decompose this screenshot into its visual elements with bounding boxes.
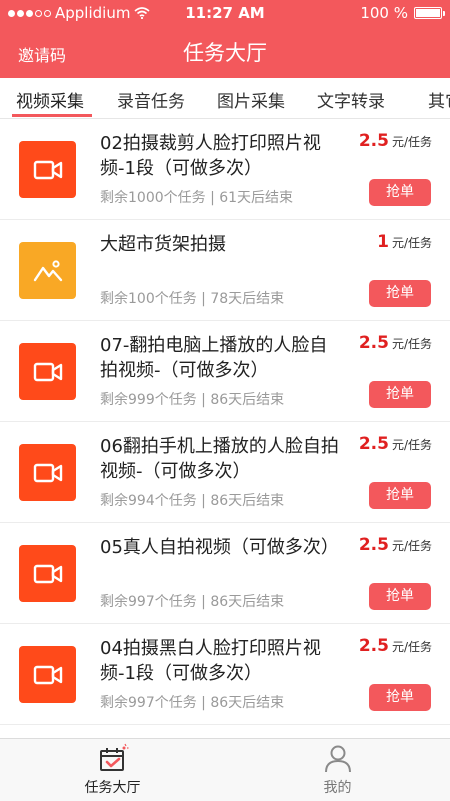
- video-camera-icon: [19, 141, 76, 198]
- price-unit: 元/任务: [391, 236, 432, 250]
- grab-order-button[interactable]: 抢单: [369, 280, 431, 307]
- tab-image-collection[interactable]: 图片采集: [217, 87, 285, 112]
- price-value: 2.5: [358, 434, 389, 454]
- task-item[interactable]: 07-翻拍电脑上播放的人脸自拍视频-（可做多次） 2.5 元/任务 剩余999个任…: [0, 321, 450, 422]
- task-price: 1 元/任务: [377, 232, 432, 252]
- nav-bar: 邀请码 任务大厅: [0, 26, 450, 78]
- user-profile-icon: [325, 745, 351, 773]
- task-price: 2.5 元/任务: [359, 636, 432, 656]
- price-value: 2.5: [358, 636, 389, 656]
- bottom-tab-label: 我的: [323, 780, 352, 796]
- price-unit: 元/任务: [391, 135, 432, 149]
- bottom-tab-label: 任务大厅: [84, 780, 141, 796]
- battery-group: 100 %: [360, 4, 445, 22]
- video-camera-icon: [19, 646, 76, 703]
- bottom-tab-bar: 任务大厅 我的: [0, 738, 450, 801]
- tab-video-collection[interactable]: 视频采集: [16, 87, 84, 112]
- tab-other[interactable]: 其它: [428, 87, 450, 112]
- battery-icon: [414, 7, 445, 19]
- mountain-photo-icon: [19, 242, 76, 299]
- price-unit: 元/任务: [391, 640, 432, 654]
- task-title: 大超市货架拍摄: [100, 234, 226, 255]
- task-title: 06翻拍手机上播放的人脸自拍视频-（可做多次）: [100, 436, 339, 482]
- task-title: 02拍摄裁剪人脸打印照片视频-1段（可做多次）: [100, 133, 321, 179]
- task-remaining: 剩余997个任务 | 86天后结束: [100, 695, 285, 711]
- task-price: 2.5 元/任务: [359, 131, 432, 151]
- task-remaining: 剩余999个任务 | 86天后结束: [100, 392, 285, 408]
- task-list: 02拍摄裁剪人脸打印照片视频-1段（可做多次） 2.5 元/任务 剩余1000个任…: [0, 119, 450, 725]
- price-value: 2.5: [358, 333, 389, 353]
- active-tab-indicator: [12, 114, 92, 117]
- price-unit: 元/任务: [391, 539, 432, 553]
- price-unit: 元/任务: [391, 337, 432, 351]
- task-item[interactable]: 02拍摄裁剪人脸打印照片视频-1段（可做多次） 2.5 元/任务 剩余1000个任…: [0, 119, 450, 220]
- price-unit: 元/任务: [391, 438, 432, 452]
- tab-text-transcription[interactable]: 文字转录: [317, 87, 385, 112]
- grab-order-button[interactable]: 抢单: [369, 684, 431, 711]
- task-price: 2.5 元/任务: [359, 434, 432, 454]
- task-calendar-icon: [100, 743, 129, 771]
- task-item[interactable]: 04拍摄黑白人脸打印照片视频-1段（可做多次） 2.5 元/任务 剩余997个任务…: [0, 624, 450, 725]
- grab-order-button[interactable]: 抢单: [369, 381, 431, 408]
- task-price: 2.5 元/任务: [359, 535, 432, 555]
- task-title: 05真人自拍视频（可做多次）: [100, 537, 339, 558]
- video-camera-icon: [19, 444, 76, 501]
- task-title: 07-翻拍电脑上播放的人脸自拍视频-（可做多次）: [100, 335, 328, 381]
- grab-order-button[interactable]: 抢单: [369, 583, 431, 610]
- task-item[interactable]: 06翻拍手机上播放的人脸自拍视频-（可做多次） 2.5 元/任务 剩余994个任务…: [0, 422, 450, 523]
- price-value: 1: [377, 232, 389, 252]
- video-camera-icon: [19, 343, 76, 400]
- task-item[interactable]: 05真人自拍视频（可做多次） 2.5 元/任务 剩余997个任务 | 86天后结束…: [0, 523, 450, 624]
- bottom-tab-mine[interactable]: 我的: [225, 739, 450, 801]
- battery-percent: 100 %: [360, 4, 408, 22]
- task-remaining: 剩余997个任务 | 86天后结束: [100, 594, 285, 610]
- task-remaining: 剩余100个任务 | 78天后结束: [100, 291, 285, 307]
- invite-code-button[interactable]: 邀请码: [18, 42, 66, 66]
- grab-order-button[interactable]: 抢单: [369, 179, 431, 206]
- task-item[interactable]: 大超市货架拍摄 1 元/任务 剩余100个任务 | 78天后结束 抢单: [0, 220, 450, 321]
- page-title: 任务大厅: [183, 41, 267, 65]
- task-title: 04拍摄黑白人脸打印照片视频-1段（可做多次）: [100, 638, 321, 684]
- video-camera-icon: [19, 545, 76, 602]
- bottom-tab-task-hall[interactable]: 任务大厅: [0, 739, 225, 801]
- task-remaining: 剩余1000个任务 | 61天后结束: [100, 190, 294, 206]
- tab-audio-tasks[interactable]: 录音任务: [117, 87, 185, 112]
- task-price: 2.5 元/任务: [359, 333, 432, 353]
- price-value: 2.5: [358, 535, 389, 555]
- status-bar: Applidium 11:27 AM 100 %: [0, 0, 450, 26]
- task-remaining: 剩余994个任务 | 86天后结束: [100, 493, 285, 509]
- grab-order-button[interactable]: 抢单: [369, 482, 431, 509]
- price-value: 2.5: [358, 131, 389, 151]
- category-tabs: 视频采集 录音任务 图片采集 文字转录 其它: [0, 78, 450, 119]
